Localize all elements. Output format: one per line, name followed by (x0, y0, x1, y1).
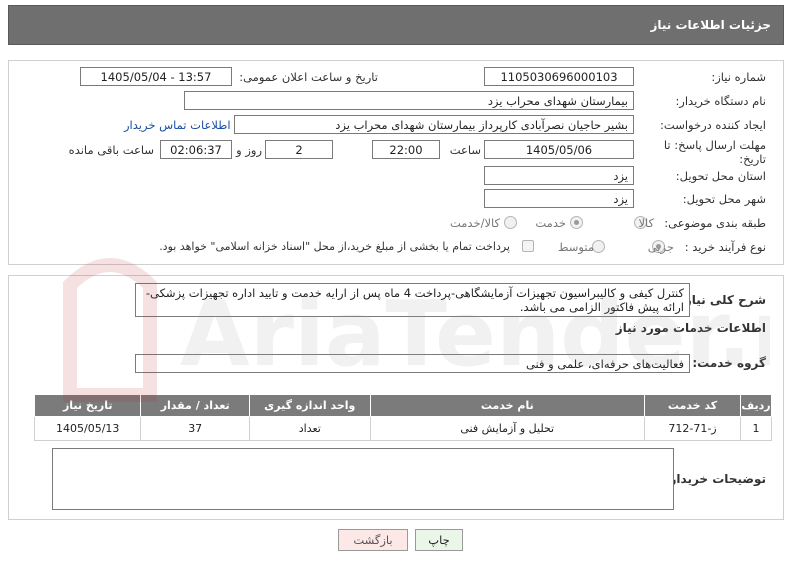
deadline-date-field[interactable]: 1405/05/06 (484, 140, 634, 159)
description-label: شرح کلی نیاز: (680, 293, 766, 307)
announce-datetime-field[interactable]: 1405/05/04 - 13:57 (80, 67, 232, 86)
category-label: طبقه بندی موضوعی: (664, 216, 766, 230)
column-header-date: تاریخ نیاز (33, 394, 142, 417)
cell-name: تحلیل و آزمایش فنی (369, 416, 645, 441)
buyer-org-label: نام دستگاه خریدار: (675, 94, 766, 108)
cell-qty: 37 (140, 416, 250, 441)
buyer-org-field[interactable]: بیمارستان شهدای محراب یزد (184, 91, 634, 110)
buyer-notes-label: توضیحات خریدار: (664, 472, 766, 486)
treasury-payment-note: پرداخت تمام یا بخشی از مبلغ خرید،از محل … (159, 240, 510, 253)
deadline-date-label: تاریخ: (739, 152, 766, 166)
remaining-time-label: ساعت باقی مانده (68, 143, 154, 157)
category-service-radio[interactable] (570, 216, 583, 229)
back-button[interactable]: بازگشت (338, 529, 408, 551)
service-group-label: گروه خدمت: (692, 356, 766, 370)
print-button[interactable]: چاپ (415, 529, 463, 551)
need-number-field[interactable]: 1105030696000103 (484, 67, 634, 86)
category-goods-label: کالا (638, 216, 654, 230)
cell-unit: تعداد (248, 416, 371, 441)
remaining-time-field[interactable]: 02:06:37 (160, 140, 232, 159)
days-label: روز و (236, 143, 262, 157)
table-row[interactable]: 1 ز-71-712 تحلیل و آزمایش فنی تعداد 37 1… (33, 416, 772, 441)
announce-label: تاریخ و ساعت اعلان عمومی: (239, 70, 378, 84)
description-textarea[interactable]: کنترل کیفی و کالیبراسیون تجهیزات آزمایشگ… (135, 283, 690, 317)
process-minor-label: جزیی (647, 240, 674, 254)
services-table-header: ردیف کد خدمت نام خدمت واحد اندازه گیری ت… (33, 394, 772, 417)
buyer-notes-textarea[interactable] (52, 448, 674, 510)
need-details-page: جزئیات اطلاعات نیاز شماره نیاز: 11050306… (0, 0, 788, 566)
buyer-contact-link[interactable]: اطلاعات تماس خریدار (124, 118, 231, 132)
deadline-label: مهلت ارسال پاسخ: تا (663, 138, 766, 152)
column-header-code: کد خدمت (643, 394, 742, 417)
column-header-row: ردیف (740, 394, 772, 417)
requester-label: ایجاد کننده درخواست: (660, 118, 766, 132)
page-title: جزئیات اطلاعات نیاز (650, 18, 771, 32)
cell-code: ز-71-712 (643, 416, 742, 441)
column-header-qty: تعداد / مقدار (140, 394, 250, 417)
category-goods-service-radio[interactable] (504, 216, 517, 229)
cell-date: 1405/05/13 (33, 416, 142, 441)
column-header-name: نام خدمت (369, 394, 645, 417)
process-label: نوع فرآیند خرید : (684, 240, 766, 254)
service-group-field[interactable]: فعالیت‌های حرفه‌ای، علمی و فنی (135, 354, 690, 373)
category-goods-service-label: کالا/خدمت (449, 216, 500, 230)
requester-field[interactable]: بشیر حاجیان نصرآبادی کارپرداز بیمارستان … (234, 115, 634, 134)
category-service-label: خدمت (535, 216, 566, 230)
deadline-time-field[interactable]: 22:00 (372, 140, 440, 159)
city-label: شهر محل تحویل: (682, 192, 766, 206)
days-remaining-field[interactable]: 2 (265, 140, 333, 159)
province-field[interactable]: یزد (484, 166, 634, 185)
deadline-time-label: ساعت (449, 143, 481, 157)
process-medium-label: متوسط (557, 240, 594, 254)
cell-row: 1 (740, 416, 772, 441)
need-number-label: شماره نیاز: (711, 70, 766, 84)
services-section-title: اطلاعات خدمات مورد نیاز (615, 321, 766, 335)
province-label: استان محل تحویل: (675, 169, 766, 183)
services-table: ردیف کد خدمت نام خدمت واحد اندازه گیری ت… (33, 394, 772, 441)
header-bar: جزئیات اطلاعات نیاز (8, 5, 784, 45)
city-field[interactable]: یزد (484, 189, 634, 208)
treasury-payment-checkbox[interactable] (522, 240, 534, 252)
column-header-unit: واحد اندازه گیری (248, 394, 371, 417)
